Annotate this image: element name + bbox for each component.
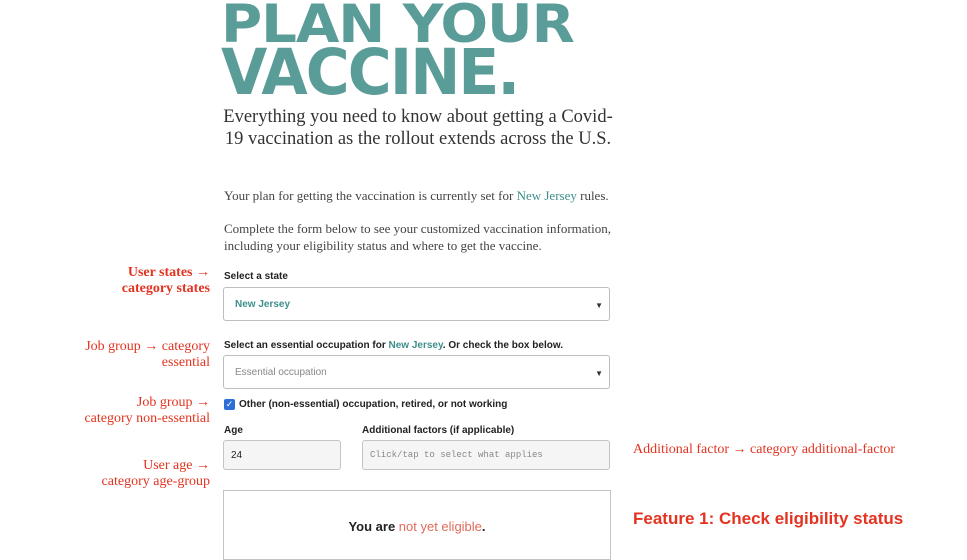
result-suffix: . <box>481 519 486 534</box>
annotation-line: essential <box>161 355 210 370</box>
age-label: Age <box>224 425 243 436</box>
annotation-line: category non-essential <box>84 411 210 426</box>
plan-suffix: rules. <box>576 188 609 203</box>
title-line-2: VACCINE. <box>221 36 520 109</box>
occupation-label-suffix: . Or check the box below. <box>442 340 564 351</box>
annotation-line: User age → <box>143 458 210 473</box>
plan-status-text: Your plan for getting the vaccination is… <box>224 188 614 205</box>
annotation-additional-factor: Additional factor → category additional-… <box>633 442 896 457</box>
annotation-feature-1: Feature 1: Check eligibility status <box>633 509 904 528</box>
subtitle: Everything you need to know about gettin… <box>223 107 613 149</box>
plan-prefix: Your plan for getting the vaccination is… <box>224 188 517 203</box>
plan-state-link[interactable]: New Jersey <box>517 188 577 203</box>
occupation-label-prefix: Select an essential occupation for <box>224 340 389 351</box>
chevron-down-icon: ▼ <box>595 369 603 378</box>
eligibility-result-text: You are not yet eligible. <box>224 519 610 534</box>
annotation-line: category states <box>121 281 210 296</box>
age-input[interactable]: 24 <box>223 440 341 470</box>
other-occupation-checkbox[interactable]: ✓ <box>224 399 235 410</box>
additional-factors-input[interactable]: Click/tap to select what applies <box>362 440 610 470</box>
result-prefix: You are <box>348 519 399 534</box>
state-select-value: New Jersey <box>235 299 291 310</box>
other-occupation-label[interactable]: Other (non-essential) occupation, retire… <box>239 399 507 410</box>
annotation-line: category age-group <box>101 474 210 489</box>
annotation-job-essential: Job group → category essential <box>85 339 210 371</box>
occupation-select-placeholder: Essential occupation <box>235 367 327 378</box>
eligibility-status: not yet eligible <box>398 519 482 534</box>
intro-text: Complete the form below to see your cust… <box>224 221 612 253</box>
additional-factors-placeholder: Click/tap to select what applies <box>370 450 543 460</box>
factors-label: Additional factors (if applicable) <box>362 425 515 436</box>
annotation-line: Job group → <box>136 395 210 410</box>
eligibility-result-card: You are not yet eligible. <box>223 490 611 560</box>
occupation-select[interactable]: Essential occupation ▼ <box>223 355 610 389</box>
annotation-line: Job group → category <box>85 339 210 354</box>
occupation-label-state: New Jersey <box>388 340 443 351</box>
annotation-job-nonessential: Job group → category non-essential <box>84 395 210 427</box>
state-select-label: Select a state <box>224 271 288 282</box>
occupation-select-label: Select an essential occupation for New J… <box>224 340 563 351</box>
annotation-user-age: User age → category age-group <box>102 458 210 490</box>
annotation-user-states: User states → category states <box>122 265 210 297</box>
page-title: PLAN YOUR VACCINE. <box>221 0 621 109</box>
state-select[interactable]: New Jersey ▼ <box>223 287 610 321</box>
chevron-down-icon: ▼ <box>595 301 603 310</box>
age-value: 24 <box>231 450 243 461</box>
annotation-line: User states → <box>127 265 210 280</box>
